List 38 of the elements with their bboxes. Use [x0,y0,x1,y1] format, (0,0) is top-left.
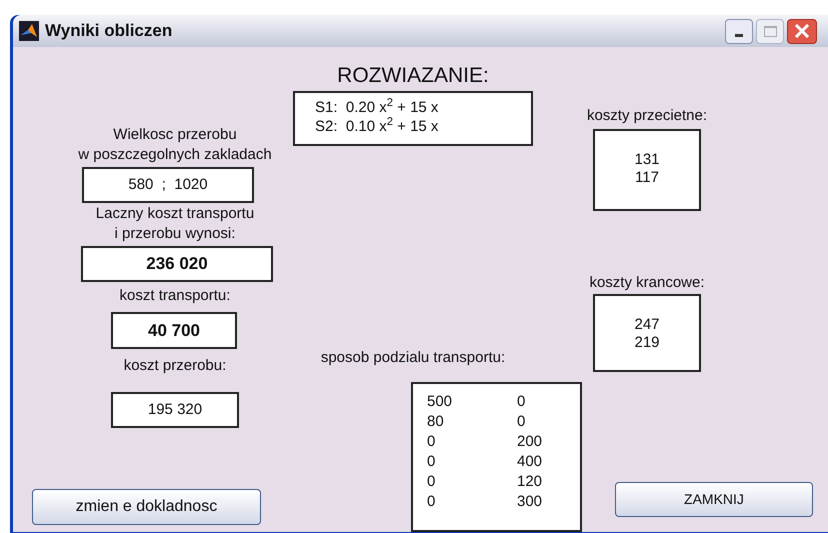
minimize-button[interactable] [725,18,753,44]
close-button[interactable] [787,18,817,44]
table-cell-text: 0 [427,472,436,492]
field-label: koszty krancowe: [588,273,706,293]
field-label: koszty przecietne: [586,106,708,126]
table-cell-text: 400 [517,452,544,472]
result-field: 131 117 [593,129,701,211]
result-field: 236 020 [81,246,273,282]
table-cell-text: 0 [427,452,436,472]
table-cell-text: 200 [517,432,544,452]
close-dialog-button[interactable]: ZAMKNIJ [615,482,813,517]
window-title: Wyniki obliczen [45,20,172,42]
minimize-icon [735,34,743,36]
result-field: 580 ; 1020 [82,167,254,203]
field-label: koszt transportu: [120,286,230,306]
field-label: Laczny koszt transportu [96,204,254,224]
table-cell-text: 0 [427,492,436,512]
maximize-icon [764,26,776,36]
table-cell-text: 0 [427,432,436,452]
table-cell-text: 500 [427,392,454,412]
app-logo-icon [19,21,39,41]
close-icon [794,24,810,38]
precision-button[interactable]: zmien e dokladnosc [32,489,261,525]
field-label: Wielkosc przerobu [113,125,237,145]
field-label: koszt przerobu: [124,356,226,376]
solution-heading: ROZWIAZANIE: [337,63,489,89]
table-cell-text: 300 [517,492,544,512]
field-label: w poszczegolnych zakladach [78,145,272,165]
field-label: i przerobu wynosi: [114,224,236,244]
result-field: 195 320 [111,392,239,428]
table-cell-text: 0 [517,412,526,432]
result-field: 40 700 [111,312,237,349]
result-field: 247 219 [593,294,701,372]
equations-field: S1: 0.20 x$^{2}$ + 15 x S2: 0.10 x$^{2}$ + 15 x [293,91,533,146]
field-label: sposob podzialu transportu: [320,348,506,368]
table-cell-text: 80 [427,412,445,432]
table-cell-text: 0 [517,392,526,412]
table-cell-text: 120 [517,472,544,492]
